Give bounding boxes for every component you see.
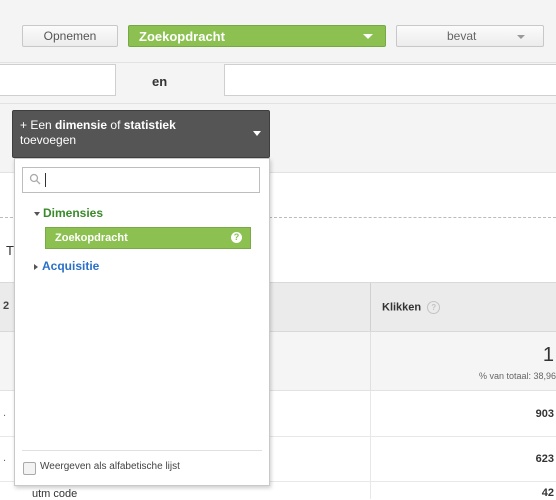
chevron-down-icon bbox=[363, 34, 373, 39]
add-dimension-text-2: dimensie bbox=[55, 118, 108, 132]
total-clicks-value: 1 bbox=[542, 344, 554, 366]
row-clicks-value: 903 bbox=[535, 408, 554, 420]
divider bbox=[22, 450, 262, 451]
text-cursor bbox=[45, 173, 46, 187]
operator-select[interactable]: bevat bbox=[396, 25, 544, 47]
conjunction-label: en bbox=[152, 74, 168, 89]
add-dimension-text-1: + Een bbox=[20, 118, 56, 132]
add-dimension-text-4: statistiek bbox=[123, 118, 176, 132]
question-icon[interactable]: ? bbox=[231, 232, 242, 243]
group-acquisition[interactable]: Acquisitie bbox=[34, 259, 99, 273]
dimension-picker-panel: Dimensies Zoekopdracht ? Acquisitie Weer… bbox=[14, 158, 270, 486]
total-percentage: % van totaal: 38,96 bbox=[478, 371, 556, 381]
row-clicks-value: 42 bbox=[541, 487, 554, 499]
chevron-right-icon bbox=[34, 263, 38, 270]
column-separator bbox=[370, 437, 371, 481]
column-separator bbox=[370, 482, 371, 499]
row-marker: . bbox=[3, 452, 7, 464]
filter-value-input-right[interactable] bbox=[224, 64, 556, 96]
dimension-search-input[interactable] bbox=[22, 167, 260, 193]
option-zoekopdracht[interactable]: Zoekopdracht ? bbox=[45, 227, 251, 249]
question-icon[interactable]: ? bbox=[427, 301, 441, 314]
chevron-down-icon bbox=[253, 131, 261, 136]
chevron-down-icon bbox=[517, 35, 525, 39]
row-label-utm: utm code bbox=[32, 488, 78, 500]
clicks-column-header[interactable]: Klikken? bbox=[382, 301, 441, 314]
column-separator bbox=[370, 391, 371, 436]
row-marker: . bbox=[3, 407, 7, 419]
operator-select-label: bevat bbox=[447, 29, 477, 43]
group-dimensions[interactable]: Dimensies bbox=[34, 206, 103, 220]
alphabetical-checkbox[interactable] bbox=[23, 462, 36, 475]
dimension-select[interactable]: Zoekopdracht bbox=[128, 25, 386, 47]
add-dimension-text-5: toevoegen bbox=[20, 133, 77, 147]
dimension-select-label: Zoekopdracht bbox=[139, 28, 225, 44]
group-acquisition-label: Acquisitie bbox=[42, 259, 100, 273]
add-dimension-button[interactable]: + Een dimensie of statistiek toevoegen bbox=[12, 110, 270, 158]
partial-header-text: 2 bbox=[3, 300, 10, 312]
include-mode-button[interactable]: Opnemen bbox=[22, 25, 118, 47]
column-separator bbox=[370, 332, 371, 390]
partial-heading: T bbox=[6, 243, 14, 258]
column-separator bbox=[370, 283, 371, 331]
add-dimension-text-3: of bbox=[107, 118, 124, 132]
chevron-down-icon bbox=[34, 211, 40, 216]
group-dimensions-label: Dimensies bbox=[43, 206, 104, 220]
clicks-header-label: Klikken bbox=[382, 301, 422, 314]
row-clicks-value: 623 bbox=[535, 453, 554, 465]
option-label: Zoekopdracht bbox=[55, 232, 128, 244]
filter-value-input-left[interactable] bbox=[0, 64, 116, 96]
alphabetical-checkbox-label[interactable]: Weergeven als alfabetische lijst bbox=[40, 461, 180, 472]
magnifier-icon bbox=[29, 173, 41, 185]
